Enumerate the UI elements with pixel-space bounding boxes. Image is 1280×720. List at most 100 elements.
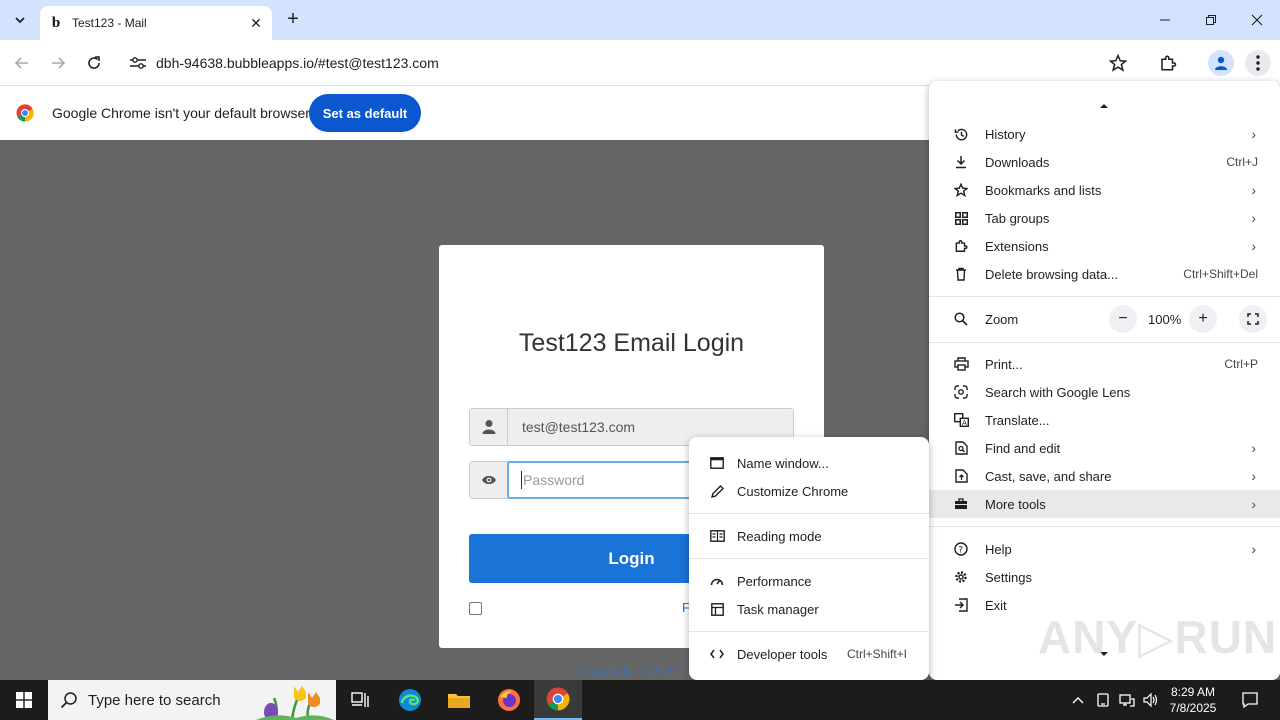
settings-icon: [953, 569, 969, 585]
menu-item-delete-browsing-data[interactable]: Delete browsing data... Ctrl+Shift+Del: [929, 260, 1280, 288]
start-button[interactable]: [0, 680, 48, 720]
submenu-item-label: Developer tools: [737, 646, 828, 662]
url-text: dbh-94638.bubbleapps.io/#test@test123.co…: [156, 55, 439, 71]
tab-close-icon[interactable]: ✕: [248, 15, 264, 31]
submenu-separator: [689, 631, 929, 632]
taskbar-search-box[interactable]: Type here to search: [48, 680, 336, 720]
edge-icon: [399, 689, 421, 711]
fullscreen-button[interactable]: [1239, 305, 1267, 333]
menu-item-label: Search with Google Lens: [985, 384, 1131, 400]
tray-device-button[interactable]: [1092, 680, 1114, 720]
infobar-message: Google Chrome isn't your default browser: [52, 105, 310, 121]
menu-item-shortcut: Ctrl+J: [1226, 155, 1258, 169]
menu-item-label: Settings: [985, 569, 1032, 585]
task-view-icon: [351, 692, 369, 707]
svg-text:?: ?: [958, 546, 963, 556]
menu-item-bookmarks[interactable]: Bookmarks and lists ›: [929, 176, 1280, 204]
bookmark-star-button[interactable]: [1105, 50, 1131, 76]
clock-date: 7/8/2025: [1169, 701, 1217, 715]
eye-icon[interactable]: [470, 462, 508, 498]
menu-item-google-lens[interactable]: Search with Google Lens: [929, 378, 1280, 406]
back-arrow-icon: [14, 57, 28, 69]
submenu-item-label: Performance: [737, 573, 812, 589]
minimize-icon: [1160, 19, 1170, 21]
zoom-in-button[interactable]: +: [1189, 305, 1217, 333]
remember-me-checkbox[interactable]: [469, 602, 482, 615]
menu-item-help[interactable]: ? Help ›: [929, 535, 1280, 563]
login-heading: Test123 Email Login: [518, 329, 745, 357]
menu-item-find-and-edit[interactable]: Find and edit ›: [929, 434, 1280, 462]
address-bar[interactable]: dbh-94638.bubbleapps.io/#test@test123.co…: [120, 46, 1142, 80]
back-button[interactable]: [9, 50, 35, 76]
menu-item-cast-save-share[interactable]: Cast, save, and share ›: [929, 462, 1280, 490]
menu-separator: [929, 526, 1280, 527]
set-as-default-button[interactable]: Set as default: [309, 94, 421, 132]
menu-item-label: Extensions: [985, 238, 1049, 254]
menu-item-settings[interactable]: Settings: [929, 563, 1280, 591]
taskbar-firefox[interactable]: [485, 680, 533, 720]
clock-time: 8:29 AM: [1170, 685, 1216, 699]
menu-item-downloads[interactable]: Downloads Ctrl+J: [929, 148, 1280, 176]
task-view-button[interactable]: [336, 680, 384, 720]
more-tools-submenu: Name window... Customize Chrome Reading …: [689, 437, 929, 680]
text-caret: [521, 471, 522, 489]
close-window-button[interactable]: [1234, 0, 1280, 40]
taskbar-chrome[interactable]: [534, 680, 582, 720]
site-info-icon[interactable]: [120, 55, 156, 71]
chevron-down-icon: [15, 17, 25, 24]
menu-item-tab-groups[interactable]: Tab groups ›: [929, 204, 1280, 232]
new-tab-button[interactable]: +: [282, 9, 304, 31]
submenu-item-customize-chrome[interactable]: Customize Chrome: [689, 477, 929, 505]
password-placeholder: Password: [523, 472, 585, 488]
zoom-icon: [953, 311, 969, 327]
menu-item-print[interactable]: Print... Ctrl+P: [929, 350, 1280, 378]
submenu-item-developer-tools[interactable]: Developer tools Ctrl+Shift+I: [689, 640, 929, 668]
chevron-right-icon: ›: [1251, 182, 1256, 198]
star-icon: [1109, 54, 1127, 72]
forward-arrow-icon: [52, 57, 66, 69]
bubble-favicon-icon: b: [51, 15, 61, 31]
chrome-menu-button[interactable]: [1245, 50, 1271, 76]
menu-item-label: Find and edit: [985, 440, 1061, 456]
taskbar-edge[interactable]: [386, 680, 434, 720]
menu-item-shortcut: Ctrl+Shift+Del: [1183, 267, 1258, 281]
taskbar-file-explorer[interactable]: [435, 680, 483, 720]
minimize-button[interactable]: [1142, 0, 1188, 40]
taskbar-clock[interactable]: 8:29 AM 7/8/2025: [1158, 684, 1228, 716]
tray-network-button[interactable]: [1116, 680, 1138, 720]
menu-item-history[interactable]: History ›: [929, 120, 1280, 148]
browser-toolbar: dbh-94638.bubbleapps.io/#test@test123.co…: [0, 40, 1280, 86]
find-icon: [953, 440, 969, 456]
tab-search-button[interactable]: [8, 8, 32, 32]
zoom-out-button[interactable]: −: [1109, 305, 1137, 333]
submenu-item-name-window[interactable]: Name window...: [689, 449, 929, 477]
menu-item-extensions[interactable]: Extensions ›: [929, 232, 1280, 260]
window-icon: [709, 455, 725, 471]
submenu-item-task-manager[interactable]: Task manager: [689, 595, 929, 623]
forward-button[interactable]: [45, 50, 71, 76]
code-icon: [709, 646, 725, 662]
submenu-item-reading-mode[interactable]: Reading mode: [689, 522, 929, 550]
submenu-separator: [689, 558, 929, 559]
profile-button[interactable]: [1208, 50, 1234, 76]
chevron-right-icon: ›: [1251, 541, 1256, 557]
menu-item-more-tools[interactable]: More tools ›: [929, 490, 1280, 518]
menu-item-label: Delete browsing data...: [985, 266, 1118, 282]
tray-overflow-button[interactable]: [1068, 680, 1088, 720]
restore-button[interactable]: [1188, 0, 1234, 40]
reload-button[interactable]: [81, 50, 107, 76]
task-manager-icon: [709, 601, 725, 617]
extensions-button[interactable]: [1155, 50, 1181, 76]
person-icon: [1215, 56, 1227, 70]
active-tab[interactable]: b Test123 - Mail ✕: [40, 6, 272, 40]
notification-icon: [1242, 692, 1258, 708]
menu-item-label: Print...: [985, 356, 1023, 372]
chevron-right-icon: ›: [1251, 126, 1256, 142]
chrome-logo-icon: [16, 104, 34, 122]
network-icon: [1119, 694, 1135, 707]
action-center-button[interactable]: [1232, 680, 1268, 720]
menu-item-zoom: Zoom: [929, 305, 1280, 333]
submenu-item-performance[interactable]: Performance: [689, 567, 929, 595]
submenu-item-shortcut: Ctrl+Shift+I: [846, 647, 907, 661]
menu-item-translate[interactable]: A Translate...: [929, 406, 1280, 434]
